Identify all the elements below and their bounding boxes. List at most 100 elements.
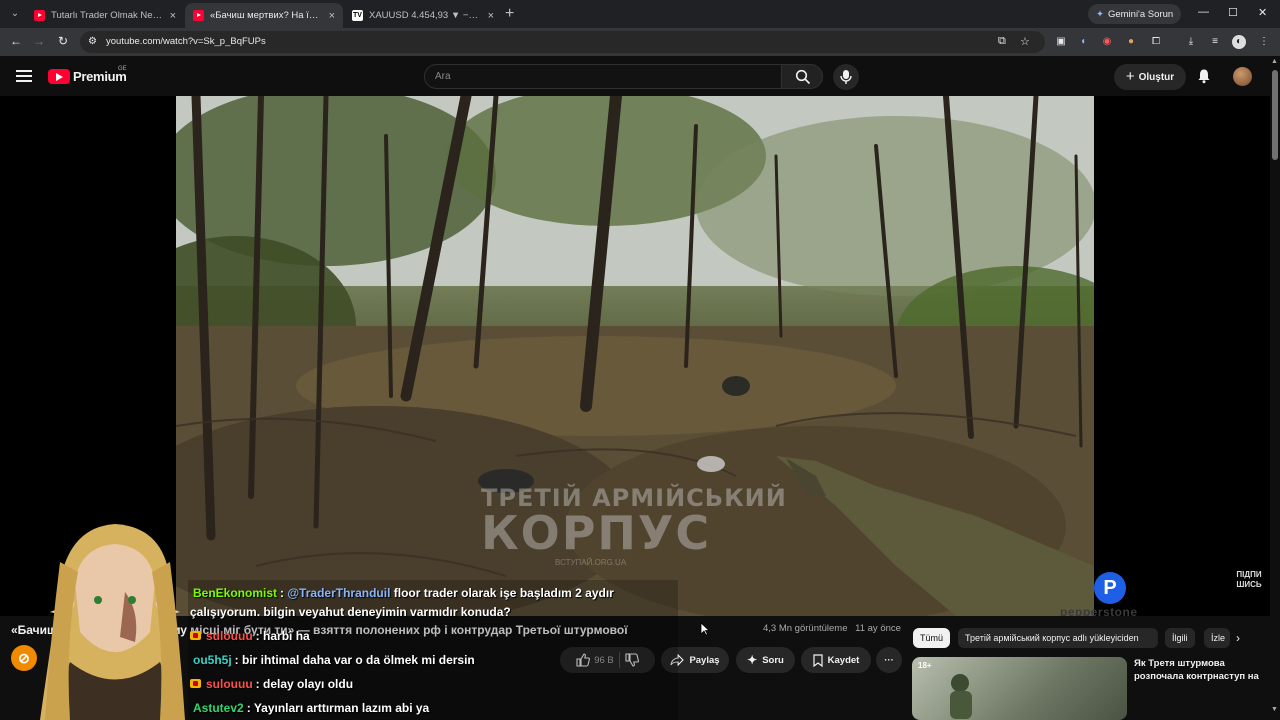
chat-text: bir ihtimal daha var o da ölmek mi dersi…	[242, 653, 475, 667]
upload-date: 11 ay önce	[855, 623, 901, 634]
close-window-button[interactable]: ✕	[1258, 6, 1267, 19]
tab-search-chevron-icon[interactable]: ⌄	[6, 5, 24, 23]
subscribe-corner-logo: ПІДПИ ШИСЬ	[1236, 570, 1262, 589]
gemini-label: Gemini'a Sorun	[1107, 8, 1174, 20]
tab-close-icon[interactable]: ×	[170, 10, 176, 22]
share-label: Paylaş	[689, 654, 720, 666]
video-player[interactable]: ТРЕТІЙ АРМІЙСЬКИЙ КОРПУС ВСТУПАЙ.ORG.UA …	[0, 96, 1270, 616]
youtube-header: Premium GE Ara + Oluştur	[0, 56, 1270, 96]
chat-text: harbi ha	[263, 629, 310, 643]
notifications-bell-icon[interactable]	[1196, 68, 1212, 84]
browser-tab[interactable]: Tutarlı Trader Olmak Nedir ? Dü ×	[26, 3, 184, 28]
pepperstone-logo-icon: P	[1094, 572, 1126, 604]
browser-menu-icon[interactable]: ⋮	[1257, 35, 1271, 49]
search-icon	[795, 69, 811, 85]
chat-mention: @TraderThranduil	[287, 586, 391, 600]
scroll-up-arrow-icon[interactable]: ▲	[1271, 58, 1278, 65]
plus-icon: +	[1125, 68, 1135, 85]
chat-message: sulouuu: delay olayı oldu	[190, 677, 353, 691]
reload-icon[interactable]: ↻	[55, 34, 71, 48]
search-placeholder: Ara	[435, 71, 451, 82]
download-icon[interactable]: ⤓	[1184, 35, 1198, 49]
hamburger-menu-icon[interactable]	[16, 70, 32, 82]
youtube-favicon-icon	[34, 10, 45, 21]
profile-avatar-icon[interactable]: ◐	[1232, 35, 1246, 49]
gemini-sparkle-icon: ✦	[1096, 8, 1104, 20]
site-info-icon[interactable]: ⚙	[88, 36, 100, 48]
video-watermark: ТРЕТІЙ АРМІЙСЬКИЙ КОРПУС	[481, 486, 787, 556]
more-actions-button[interactable]: ···	[876, 647, 902, 673]
url-text[interactable]: youtube.com/watch?v=Sk_p_BqFUPs	[106, 36, 266, 47]
chevron-right-icon[interactable]: ›	[1236, 631, 1240, 645]
country-code: GE	[118, 66, 127, 72]
address-bar[interactable]: ⚙ youtube.com/watch?v=Sk_p_BqFUPs ⧉ ☆	[80, 31, 1045, 53]
new-tab-button[interactable]: +	[505, 5, 514, 23]
stream-chat-overlay	[188, 580, 678, 720]
watermark-line-2: КОРПУС	[481, 506, 712, 560]
recommended-video-thumbnail[interactable]: 18+	[912, 657, 1127, 720]
translate-extension-icon[interactable]: ▣	[1054, 35, 1068, 49]
back-arrow-icon[interactable]: ←	[8, 34, 24, 48]
tab-title: «Бачиш мертвих? На їхньому	[210, 10, 323, 21]
audio-extension-icon[interactable]: ◖	[1076, 35, 1090, 49]
youtube-favicon-icon	[193, 10, 204, 21]
ask-button[interactable]: ✦ Soru	[736, 647, 795, 673]
browser-tab-bar: ⌄ Tutarlı Trader Olmak Nedir ? Dü × «Бач…	[0, 0, 1280, 28]
tab-title: Tutarlı Trader Olmak Nedir ? Dü	[51, 10, 164, 21]
save-button[interactable]: Kaydet	[801, 647, 871, 673]
scroll-down-arrow-icon[interactable]: ▼	[1271, 706, 1278, 713]
chip-all[interactable]: Tümü	[913, 628, 951, 648]
search-input[interactable]: Ara	[424, 64, 782, 89]
browser-nav-bar: ← → ↻ ⚙ youtube.com/watch?v=Sk_p_BqFUPs …	[0, 28, 1280, 56]
view-count: 4,3 Mn görüntüleme	[763, 623, 848, 634]
chat-username: ou5h5j	[193, 653, 232, 667]
reading-list-icon[interactable]: ≡	[1208, 35, 1222, 49]
age-restriction-badge: 18+	[918, 661, 932, 670]
create-button[interactable]: + Oluştur	[1114, 64, 1186, 90]
save-label: Kaydet	[827, 654, 860, 666]
streamer-channel-badge-icon: ⊘	[11, 645, 37, 671]
chat-text: Yayınları arttırman lazım abi ya	[253, 701, 430, 715]
gemini-button[interactable]: ✦ Gemini'a Sorun	[1088, 4, 1182, 24]
chat-message: BenEkonomist: @TraderThranduil floor tra…	[193, 586, 614, 600]
voice-search-button[interactable]	[833, 64, 859, 90]
browser-tab-active[interactable]: «Бачиш мертвих? На їхньому ×	[185, 3, 343, 28]
extensions-puzzle-icon[interactable]: ⧠	[1149, 35, 1163, 49]
chat-message: sulouuu: harbi ha	[190, 629, 310, 643]
video-stats: 4,3 Mn görüntüleme 11 ay önce	[763, 623, 901, 634]
tab-title: XAUUSD 4.454,93 ▼ −3,19% Al	[369, 10, 482, 21]
youtube-logo-icon[interactable]	[48, 69, 70, 84]
account-avatar[interactable]	[1233, 67, 1252, 86]
chat-message: Astutev2: Yayınları arttırman lazım abi …	[193, 701, 430, 715]
red-extension-icon[interactable]: ◉	[1100, 35, 1114, 49]
chat-text: delay olayı oldu	[263, 677, 354, 691]
chat-message-continuation: çalışıyorum. bilgin veyahut deneyimin va…	[190, 605, 511, 619]
tab-close-icon[interactable]: ×	[329, 10, 335, 22]
ask-label: Soru	[762, 654, 784, 666]
bookmark-icon	[813, 653, 823, 667]
more-dots-icon: ···	[884, 654, 894, 666]
scrollbar-thumb[interactable]	[1272, 70, 1278, 160]
microphone-icon	[840, 70, 852, 84]
chip-from-uploader[interactable]: Третій армійський корпус adlı yükleyicid…	[958, 628, 1158, 648]
cookie-extension-icon[interactable]: ●	[1124, 35, 1138, 49]
chip-related[interactable]: İlgili	[1165, 628, 1195, 648]
minimize-button[interactable]: —	[1198, 6, 1209, 18]
browser-tab[interactable]: TV XAUUSD 4.454,93 ▼ −3,19% Al ×	[344, 3, 502, 28]
video-frame[interactable]: ТРЕТІЙ АРМІЙСЬКИЙ КОРПУС	[176, 96, 1094, 616]
chip-watched[interactable]: İzle	[1204, 628, 1230, 648]
tab-close-icon[interactable]: ×	[488, 10, 494, 22]
install-app-icon[interactable]: ⧉	[998, 35, 1006, 48]
forward-arrow-icon[interactable]: →	[31, 34, 47, 48]
search-button[interactable]	[781, 64, 823, 89]
bookmark-star-icon[interactable]: ☆	[1020, 35, 1030, 48]
page-scrollbar[interactable]: ▲ ▼	[1270, 56, 1280, 720]
maximize-button[interactable]: ☐	[1228, 6, 1238, 19]
mouse-cursor-icon	[700, 622, 710, 636]
tradingview-favicon-icon: TV	[352, 10, 363, 21]
watermark-url: ВСТУПАЙ.ORG.UA	[555, 558, 627, 567]
chat-username: Astutev2	[193, 701, 244, 715]
chat-username: sulouuu	[206, 629, 253, 643]
recommended-video-title[interactable]: Як Третя штурмова розпочала контрнаступ …	[1134, 657, 1264, 683]
streamer-avatar-image	[40, 524, 185, 720]
